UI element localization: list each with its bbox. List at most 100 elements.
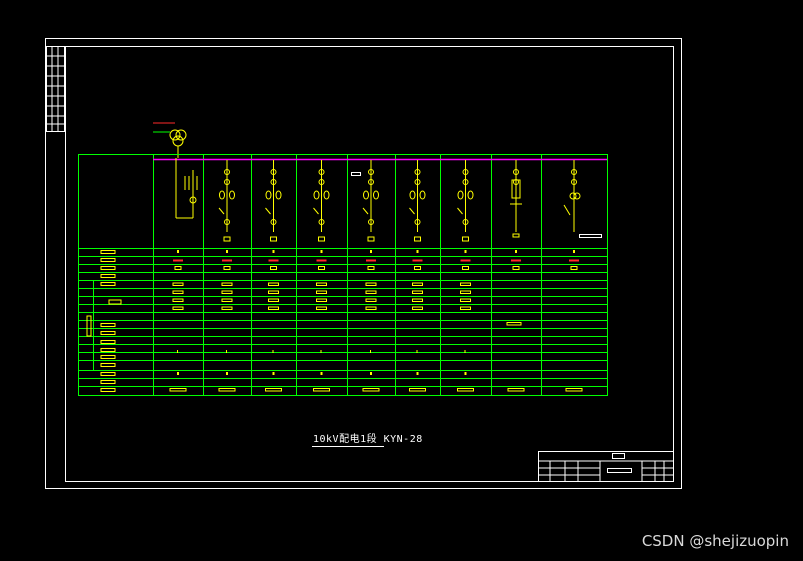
cell-mark xyxy=(177,350,178,353)
feeder-panel-4 xyxy=(313,160,330,242)
watermark: CSDN @shejizuopin xyxy=(641,532,789,550)
cell-mark xyxy=(412,282,423,286)
cell-mark xyxy=(221,298,233,302)
cell-mark xyxy=(272,372,275,375)
cell-mark xyxy=(174,266,182,270)
feeder-panel-1 xyxy=(175,158,198,219)
cell-mark xyxy=(460,298,471,302)
cell-mark xyxy=(223,266,231,270)
row-label-mark xyxy=(86,315,92,337)
cell-mark-red xyxy=(511,259,521,262)
cell-mark-red xyxy=(173,259,183,262)
cell-mark xyxy=(416,350,418,353)
cell-mark xyxy=(177,250,179,253)
row-label-mark xyxy=(100,282,116,286)
cell-mark xyxy=(265,388,282,392)
cell-mark-red xyxy=(316,259,327,262)
cell-mark xyxy=(507,388,525,392)
row-label-mark xyxy=(100,274,116,278)
cell-mark xyxy=(320,250,323,253)
row-label-mark xyxy=(100,331,116,335)
feeder-panel-8 xyxy=(510,160,522,238)
row-label-mark xyxy=(100,372,116,376)
drawing-title: 10kV配电1段 KYN-28 xyxy=(313,434,423,445)
cell-mark xyxy=(313,388,330,392)
cell-mark xyxy=(177,372,179,375)
feeder-panel-9 xyxy=(563,160,581,232)
cell-mark-red xyxy=(569,259,579,262)
cell-mark xyxy=(365,290,377,294)
feeder-panel-5 xyxy=(362,160,379,242)
cell-mark xyxy=(370,372,372,375)
cell-mark xyxy=(365,298,377,302)
cell-mark xyxy=(316,290,327,294)
cell-mark xyxy=(370,250,372,253)
incoming-transformer-symbol xyxy=(153,122,187,158)
cell-mark xyxy=(169,388,187,392)
feeder-panel-3 xyxy=(265,160,282,242)
cell-mark xyxy=(218,388,236,392)
cell-mark xyxy=(409,388,426,392)
cell-mark xyxy=(457,388,474,392)
cell-mark xyxy=(268,290,279,294)
cell-mark xyxy=(570,266,578,270)
cell-mark xyxy=(318,266,325,270)
cell-mark-red xyxy=(460,259,471,262)
feeder-panel-7 xyxy=(457,160,474,242)
cell-mark xyxy=(172,290,184,294)
cell-mark xyxy=(272,250,275,253)
row-label-mark xyxy=(108,299,122,305)
cell-mark xyxy=(506,322,522,326)
title-block xyxy=(538,451,674,482)
cell-mark-red xyxy=(222,259,232,262)
cell-mark xyxy=(365,282,377,286)
cell-mark xyxy=(512,266,520,270)
cell-mark xyxy=(316,298,327,302)
cell-mark-red xyxy=(366,259,376,262)
cell-mark xyxy=(362,388,380,392)
feeder-panel-2 xyxy=(218,160,235,242)
row-label-mark xyxy=(100,323,116,327)
cell-mark xyxy=(412,298,423,302)
cell-mark xyxy=(412,290,423,294)
cell-mark xyxy=(226,250,228,253)
cell-mark xyxy=(226,350,227,353)
row-label-mark xyxy=(100,340,116,344)
cell-mark xyxy=(320,372,323,375)
row-label-mark xyxy=(100,380,116,384)
cell-mark xyxy=(272,350,274,353)
cell-mark xyxy=(464,350,466,353)
cell-mark xyxy=(316,282,327,286)
cell-mark xyxy=(221,282,233,286)
row-label-mark xyxy=(100,355,116,359)
cell-mark xyxy=(268,298,279,302)
row-label-mark xyxy=(100,250,116,254)
cell-mark xyxy=(270,266,277,270)
panel-schedule-table xyxy=(78,154,608,396)
cell-mark xyxy=(416,250,419,253)
cell-mark-red xyxy=(268,259,279,262)
cell-mark xyxy=(221,290,233,294)
row-label-mark xyxy=(100,348,116,352)
cell-mark xyxy=(268,306,279,310)
cell-mark xyxy=(172,298,184,302)
panel-note-box xyxy=(579,234,602,238)
cell-mark xyxy=(172,282,184,286)
cell-mark xyxy=(565,388,583,392)
cell-mark xyxy=(464,372,467,375)
row-label-mark xyxy=(100,266,116,270)
table-border xyxy=(78,154,608,396)
cell-mark xyxy=(226,372,228,375)
outer-frame xyxy=(45,38,682,489)
cell-mark xyxy=(367,266,375,270)
electrical-drawing-canvas xyxy=(45,38,682,489)
row-label-mark xyxy=(100,388,116,392)
cell-mark-red xyxy=(412,259,423,262)
cell-mark xyxy=(460,290,471,294)
cell-mark xyxy=(515,250,517,253)
feeder-panel-6 xyxy=(409,160,426,242)
binding-strip xyxy=(46,46,65,132)
panel-note-box xyxy=(351,172,361,176)
cell-mark xyxy=(268,282,279,286)
cell-mark xyxy=(460,282,471,286)
